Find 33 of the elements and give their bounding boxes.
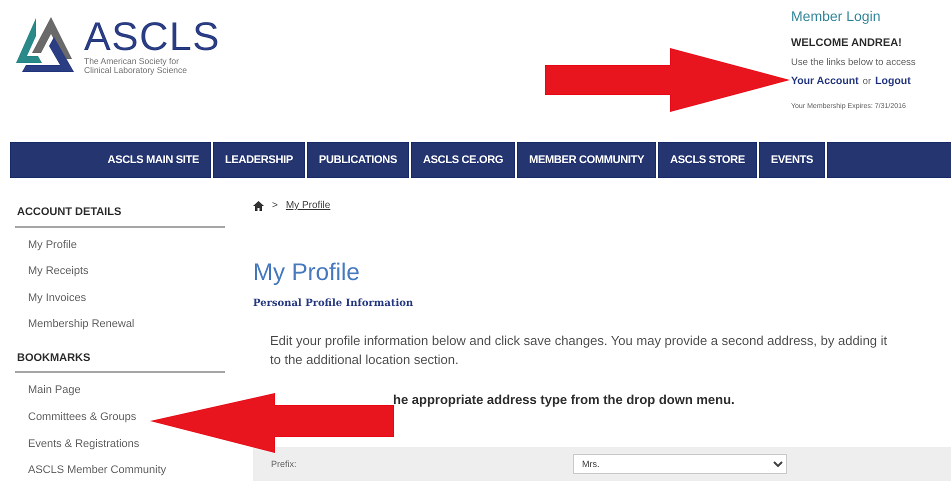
instruction-text: he appropriate address type from the drop down menu. <box>393 390 736 409</box>
nav-link[interactable]: PUBLICATIONS <box>306 142 411 178</box>
sidebar-link[interactable]: Events & Registrations <box>28 436 140 451</box>
nav-link[interactable]: ASCLS STORE <box>658 142 759 178</box>
nav-link[interactable]: LEADERSHIP <box>213 142 307 178</box>
nav-link[interactable]: EVENTS <box>758 142 828 178</box>
nav-link[interactable]: MEMBER COMMUNITY <box>517 142 658 178</box>
nav-link[interactable]: ASCLS MAIN SITE <box>10 142 213 178</box>
access-hint: Use the links below to access <box>791 56 917 70</box>
logo-tagline: The American Society for Clinical Laboratory Science <box>84 57 188 75</box>
breadcrumb-separator: > <box>272 199 278 213</box>
separator-text: or <box>862 74 872 89</box>
logout-link[interactable]: Logout <box>875 74 911 90</box>
intro-text: Edit your profile information below and click save changes. You may provide a second address, by adding it to the additional location section. <box>270 332 888 370</box>
sidebar-link[interactable]: Committees & Groups <box>28 410 136 424</box>
sidebar-link[interactable]: My Receipts <box>28 264 89 278</box>
sidebar-link[interactable]: ASCLS Member Community <box>28 463 166 478</box>
section-title: Personal Profile Information <box>253 296 414 311</box>
account-link[interactable]: Your Account <box>791 74 859 90</box>
welcome-text: WELCOME ANDREA! <box>791 36 903 51</box>
sidebar-link[interactable]: Main Page <box>28 383 81 398</box>
sidebar-link[interactable]: My Profile <box>28 238 77 252</box>
field-label: Prefix: <box>270 458 298 471</box>
logo-name: ASCLS <box>84 17 220 57</box>
prefix-select[interactable]: Mrs. <box>573 454 787 474</box>
sidebar-heading: ACCOUNT DETAILS <box>15 196 225 228</box>
sidebar-link[interactable]: My Invoices <box>28 290 86 305</box>
member-login-title: Member Login <box>791 7 882 26</box>
breadcrumb-link[interactable]: My Profile <box>286 198 330 213</box>
sidebar-heading: BOOKMARKS <box>15 342 225 374</box>
sidebar-link[interactable]: Membership Renewal <box>28 317 134 332</box>
nav-link[interactable]: ASCLS CE.ORG <box>411 142 518 178</box>
page-title: My Profile <box>253 259 361 288</box>
